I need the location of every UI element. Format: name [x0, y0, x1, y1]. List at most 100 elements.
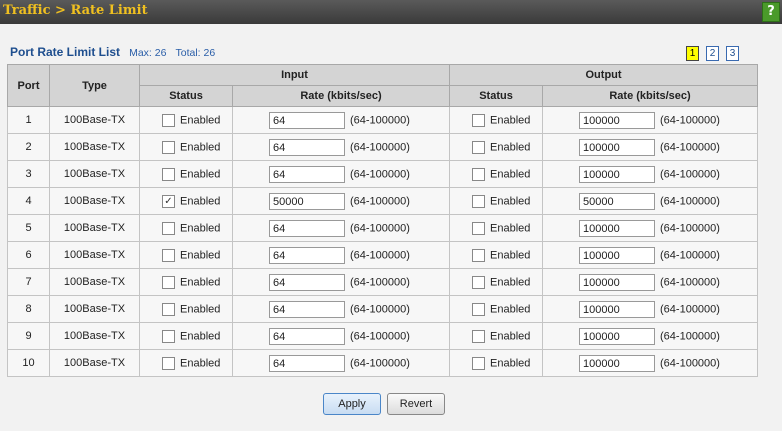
- table-row: 10 100Base-TX Enabled 64 (64-100000) Enabled 1…: [7, 349, 759, 377]
- output-enabled-label: Enabled: [490, 357, 531, 369]
- table-row: 9 100Base-TX Enabled 64 (64-100000) Enabled 10…: [7, 322, 759, 350]
- list-header: Port Rate Limit List Max: 26 Total: 26: [10, 45, 215, 59]
- input-enable-checkbox[interactable]: [162, 248, 175, 262]
- col-input-status: Status: [139, 85, 233, 107]
- input-enable-checkbox[interactable]: [162, 329, 175, 343]
- input-rate-field[interactable]: 64: [269, 354, 345, 372]
- output-enabled-label: Enabled: [490, 168, 531, 180]
- input-range-hint: (64-100000): [350, 249, 410, 261]
- input-range-hint: (64-100000): [350, 276, 410, 288]
- port-cell: 9: [7, 322, 50, 350]
- col-output-status: Status: [449, 85, 544, 107]
- output-range-hint: (64-100000): [660, 276, 720, 288]
- input-rate-field[interactable]: 64: [269, 327, 345, 345]
- type-cell: 100Base-TX: [49, 214, 140, 242]
- col-input-rate: Rate (kbits/sec): [231, 85, 451, 107]
- input-enable-checkbox[interactable]: ✓: [162, 194, 175, 208]
- output-rate-field[interactable]: 100000: [579, 138, 656, 156]
- col-input: Input: [138, 64, 451, 86]
- output-range-hint: (64-100000): [660, 249, 720, 261]
- table-row: 1 100Base-TX Enabled 64 (64-100000) Enabled 10…: [7, 106, 759, 134]
- output-rate-field[interactable]: 100000: [579, 273, 656, 291]
- input-enabled-label: Enabled: [180, 195, 221, 207]
- table-row: 4 100Base-TX ✓ Enabled 50000 (64-100000) Enabl…: [7, 187, 759, 215]
- output-range-hint: (64-100000): [660, 141, 720, 153]
- output-enabled-label: Enabled: [490, 222, 531, 234]
- output-enable-checkbox[interactable]: [472, 302, 486, 316]
- table-row: 7 100Base-TX Enabled 64 (64-100000) Enabled 10…: [7, 268, 759, 296]
- page-link-3[interactable]: 3: [726, 46, 739, 61]
- list-title: Port Rate Limit List: [10, 45, 121, 59]
- port-cell: 2: [7, 133, 50, 161]
- output-rate-field[interactable]: 50000: [579, 192, 656, 210]
- output-rate-field[interactable]: 100000: [579, 354, 656, 372]
- port-cell: 8: [7, 295, 50, 323]
- input-enable-checkbox[interactable]: [162, 275, 175, 289]
- output-rate-field[interactable]: 100000: [579, 165, 656, 183]
- output-enable-checkbox[interactable]: [472, 248, 486, 262]
- input-range-hint: (64-100000): [350, 222, 410, 234]
- output-rate-field[interactable]: 100000: [579, 111, 656, 129]
- output-range-hint: (64-100000): [660, 330, 720, 342]
- input-enable-checkbox[interactable]: [162, 167, 175, 181]
- input-rate-field[interactable]: 64: [269, 246, 345, 264]
- input-enabled-label: Enabled: [180, 249, 221, 261]
- table-row: 5 100Base-TX Enabled 64 (64-100000) Enabled 10…: [7, 214, 759, 242]
- input-range-hint: (64-100000): [350, 330, 410, 342]
- output-enable-checkbox[interactable]: [472, 221, 486, 235]
- col-output: Output: [449, 64, 759, 86]
- output-enable-checkbox[interactable]: [472, 275, 486, 289]
- type-cell: 100Base-TX: [49, 268, 140, 296]
- output-rate-field[interactable]: 100000: [579, 219, 656, 237]
- revert-button[interactable]: Revert: [387, 393, 445, 415]
- table-row: 6 100Base-TX Enabled 64 (64-100000) Enabled 10…: [7, 241, 759, 269]
- output-enable-checkbox[interactable]: [472, 140, 486, 154]
- input-rate-field[interactable]: 64: [269, 111, 345, 129]
- input-rate-field[interactable]: 64: [269, 138, 345, 156]
- output-enabled-label: Enabled: [490, 276, 531, 288]
- output-enable-checkbox[interactable]: [472, 194, 486, 208]
- port-cell: 1: [7, 106, 50, 134]
- input-rate-field[interactable]: 64: [269, 165, 345, 183]
- output-range-hint: (64-100000): [660, 168, 720, 180]
- output-enabled-label: Enabled: [490, 303, 531, 315]
- input-rate-field[interactable]: 50000: [269, 192, 345, 210]
- col-type: Type: [49, 64, 140, 107]
- input-enable-checkbox[interactable]: [162, 113, 175, 127]
- page-link-2[interactable]: 2: [706, 46, 719, 61]
- input-enable-checkbox[interactable]: [162, 221, 175, 235]
- port-cell: 5: [7, 214, 50, 242]
- input-rate-field[interactable]: 64: [269, 219, 345, 237]
- input-rate-field[interactable]: 64: [269, 300, 345, 318]
- port-cell: 3: [7, 160, 50, 188]
- output-enabled-label: Enabled: [490, 114, 531, 126]
- type-cell: 100Base-TX: [49, 349, 140, 377]
- input-enabled-label: Enabled: [180, 168, 221, 180]
- output-range-hint: (64-100000): [660, 303, 720, 315]
- input-rate-field[interactable]: 64: [269, 273, 345, 291]
- output-enabled-label: Enabled: [490, 195, 531, 207]
- page-link-1[interactable]: 1: [686, 46, 699, 61]
- max-count: Max: 26: [129, 47, 167, 59]
- output-rate-field[interactable]: 100000: [579, 327, 656, 345]
- output-enable-checkbox[interactable]: [472, 329, 486, 343]
- port-cell: 4: [7, 187, 50, 215]
- output-enable-checkbox[interactable]: [472, 356, 486, 370]
- port-cell: 6: [7, 241, 50, 269]
- input-enable-checkbox[interactable]: [162, 302, 175, 316]
- type-cell: 100Base-TX: [49, 295, 140, 323]
- input-enable-checkbox[interactable]: [162, 356, 175, 370]
- help-icon[interactable]: ?: [762, 2, 780, 22]
- breadcrumb: Traffic > Rate Limit: [3, 3, 148, 18]
- type-cell: 100Base-TX: [49, 106, 140, 134]
- input-enable-checkbox[interactable]: [162, 140, 175, 154]
- output-enable-checkbox[interactable]: [472, 167, 486, 181]
- output-enable-checkbox[interactable]: [472, 113, 486, 127]
- output-rate-field[interactable]: 100000: [579, 300, 656, 318]
- input-range-hint: (64-100000): [350, 114, 410, 126]
- apply-button[interactable]: Apply: [323, 393, 381, 415]
- type-cell: 100Base-TX: [49, 322, 140, 350]
- output-rate-field[interactable]: 100000: [579, 246, 656, 264]
- input-enabled-label: Enabled: [180, 141, 221, 153]
- title-bar: Traffic > Rate Limit ?: [0, 0, 782, 24]
